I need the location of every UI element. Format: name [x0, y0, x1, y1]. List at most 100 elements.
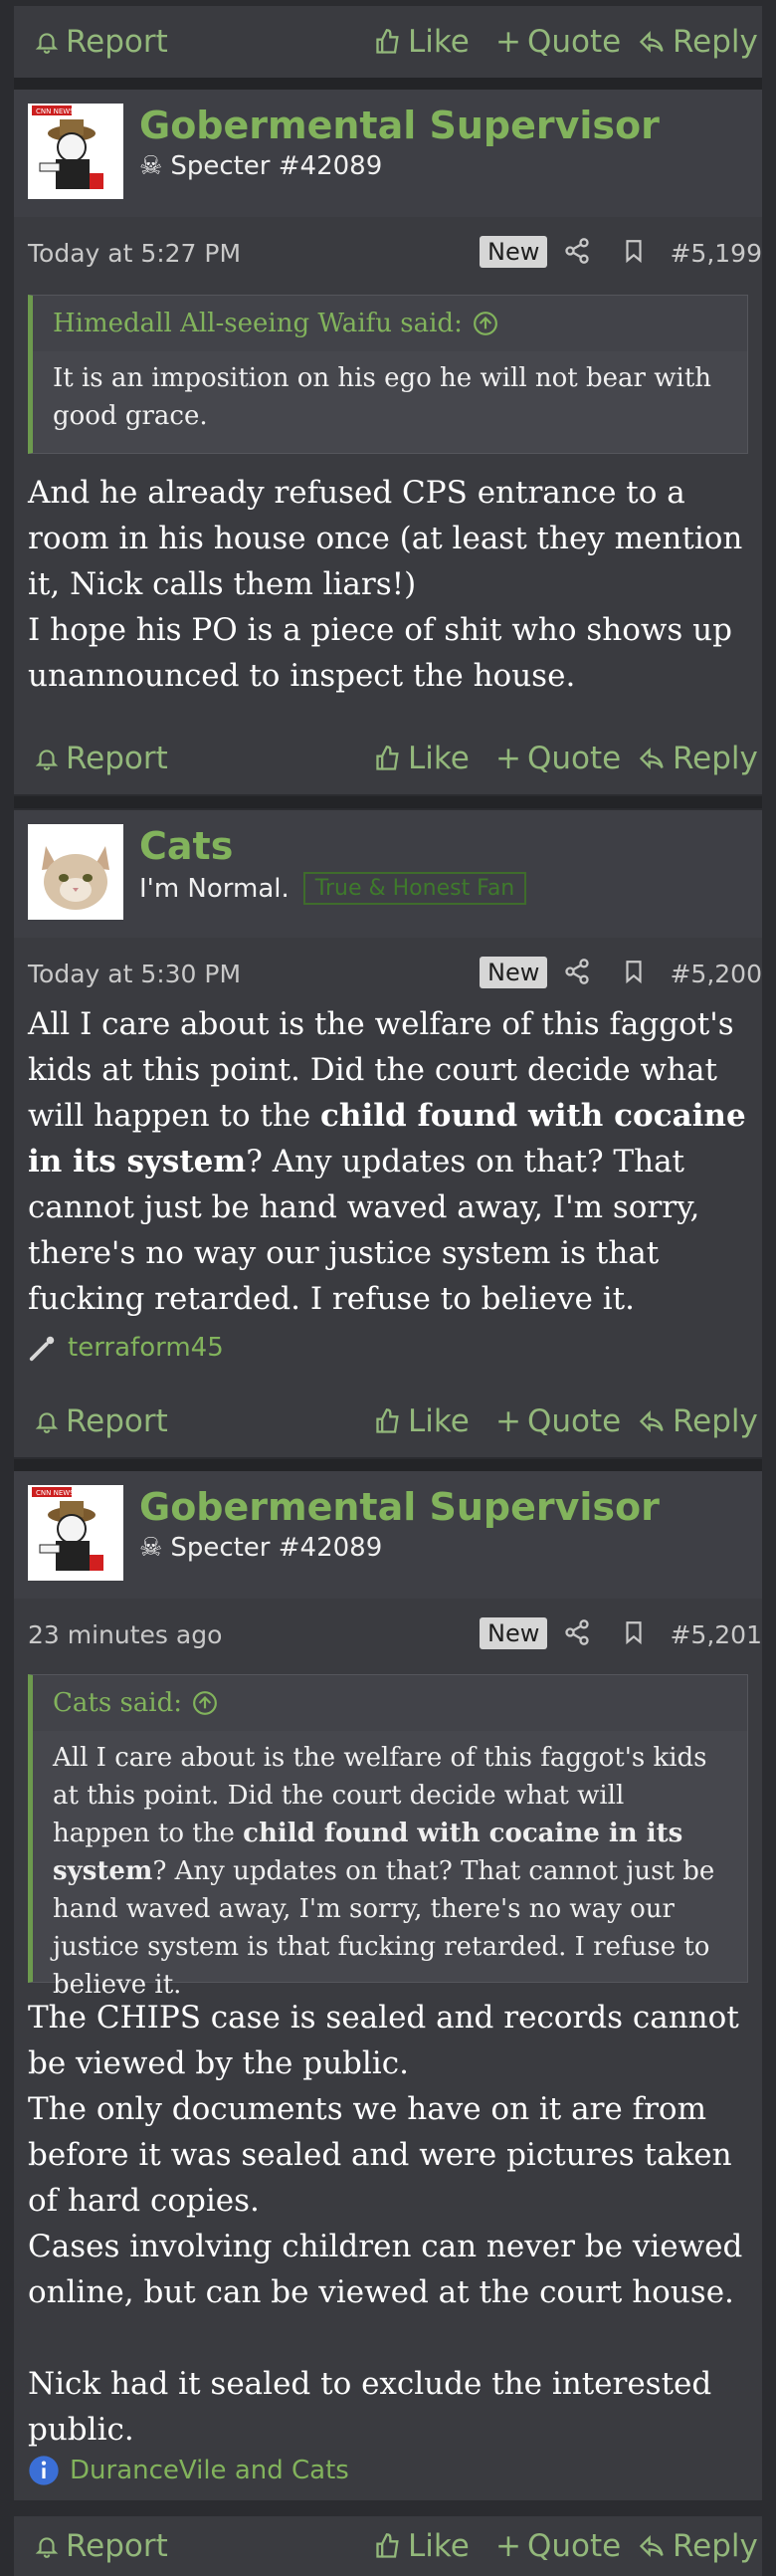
post-number[interactable]: #5,200: [670, 960, 762, 988]
post: Cats I'm Normal. True & Honest Fan Today…: [14, 810, 762, 1390]
thumbs-up-icon: [376, 29, 399, 54]
reply-button[interactable]: Reply: [637, 2528, 758, 2564]
user-title-text: Specter #42089: [170, 151, 383, 181]
bookmark-icon[interactable]: [621, 237, 647, 271]
reply-arrow-icon: [639, 31, 664, 53]
user-title: ☠ Specter #42089: [139, 151, 382, 181]
user-title-text: I'm Normal.: [139, 873, 290, 904]
cartoon-avatar-image: CNN NEWS: [28, 1485, 123, 1581]
report-label: Report: [66, 2528, 168, 2564]
svg-text:CNN NEWS: CNN NEWS: [36, 1489, 75, 1497]
arrow-up-circle-icon[interactable]: [192, 1690, 218, 1716]
quote-text-part: ? Any updates on that? That cannot just …: [53, 1856, 715, 2000]
post-time[interactable]: 23 minutes ago: [28, 1620, 222, 1649]
post-number[interactable]: #5,199: [670, 239, 762, 268]
user-banner: True & Honest Fan: [302, 872, 527, 905]
reactions-bar[interactable]: DuranceVile and Cats: [28, 2451, 349, 2490]
post: CNN NEWS Gobermental Supervisor ☠ Specte…: [14, 1471, 762, 2500]
new-badge: New: [480, 957, 548, 988]
username[interactable]: Gobermental Supervisor: [139, 1485, 660, 1529]
username[interactable]: Gobermental Supervisor: [139, 104, 660, 147]
ghost-icon: ☠: [139, 151, 163, 181]
quote-block: Himedall All-seeing Waifu said: It is an…: [28, 295, 748, 454]
arrow-up-circle-icon[interactable]: [473, 311, 498, 336]
post-number[interactable]: #5,201: [670, 1620, 762, 1649]
wrench-icon: [29, 1336, 55, 1362]
new-badge: New: [480, 1617, 548, 1649]
reactions-users[interactable]: terraform45: [68, 1333, 224, 1363]
new-badge: New: [480, 236, 548, 268]
share-icon[interactable]: [563, 1618, 591, 1652]
thread-page: Report Like + Quote Reply CNN NEWS Gober…: [0, 0, 776, 2576]
post-divider: [14, 78, 762, 90]
report-button[interactable]: Report: [34, 741, 168, 776]
ghost-icon: ☠: [139, 1533, 163, 1563]
post-author-bar: Cats I'm Normal. True & Honest Fan: [14, 810, 762, 938]
report-label: Report: [66, 24, 168, 60]
avatar[interactable]: CNN NEWS: [28, 104, 123, 199]
post-paragraph: The only documents we have on it are fro…: [28, 2091, 732, 2219]
bell-icon: [35, 33, 59, 54]
quote-author[interactable]: Cats said:: [33, 1675, 747, 1731]
quote-label: Quote: [526, 741, 622, 776]
post: CNN NEWS Gobermental Supervisor ☠ Specte…: [14, 90, 762, 727]
reply-label: Reply: [673, 1403, 758, 1439]
quote-button[interactable]: + Quote: [495, 24, 621, 60]
avatar[interactable]: [28, 824, 123, 920]
post-author-bar: CNN NEWS Gobermental Supervisor ☠ Specte…: [14, 1471, 762, 1599]
like-button[interactable]: Like: [374, 1403, 470, 1439]
quote-button[interactable]: + Quote: [495, 2528, 621, 2564]
cartoon-avatar-image: CNN NEWS: [28, 104, 123, 199]
like-button[interactable]: Like: [374, 741, 470, 776]
quote-label: Quote: [526, 2528, 622, 2564]
post-divider: [14, 796, 762, 808]
post-paragraph: Nick had it sealed to exclude the intere…: [28, 2366, 712, 2448]
reply-label: Reply: [673, 2528, 758, 2564]
quote-text: It is an imposition on his ego he will n…: [53, 363, 712, 431]
quote-button[interactable]: + Quote: [495, 741, 621, 776]
post-meta: Today at 5:27 PM New #5,199: [28, 231, 762, 279]
reactions-users[interactable]: DuranceVile and Cats: [70, 2456, 349, 2485]
cat-avatar-image: [28, 824, 123, 920]
like-button[interactable]: Like: [374, 2528, 470, 2564]
bell-icon: [35, 1412, 59, 1433]
avatar[interactable]: CNN NEWS: [28, 1485, 123, 1581]
quote-label: Quote: [526, 24, 622, 60]
post-paragraph: The CHIPS case is sealed and records can…: [28, 2000, 739, 2081]
plus-icon: +: [495, 24, 521, 60]
share-icon[interactable]: [563, 237, 591, 271]
user-title: I'm Normal. True & Honest Fan: [139, 872, 527, 905]
like-label: Like: [408, 1403, 470, 1439]
plus-icon: +: [495, 2528, 521, 2564]
username[interactable]: Cats: [139, 824, 233, 868]
plus-icon: +: [495, 1403, 521, 1439]
reply-button[interactable]: Reply: [637, 741, 758, 776]
post-divider: [14, 1459, 762, 1471]
quote-button[interactable]: + Quote: [495, 1403, 621, 1439]
like-label: Like: [408, 741, 470, 776]
report-button[interactable]: Report: [34, 2528, 168, 2564]
bell-icon: [35, 2537, 59, 2558]
reply-button[interactable]: Reply: [637, 1403, 758, 1439]
bookmark-icon[interactable]: [621, 958, 647, 991]
reply-arrow-icon: [639, 1410, 664, 1432]
post-actions-bar: Report Like + Quote Reply: [14, 1386, 762, 1457]
post-body: And he already refused CPS entrance to a…: [28, 470, 754, 699]
report-button[interactable]: Report: [34, 1403, 168, 1439]
like-label: Like: [408, 2528, 470, 2564]
report-label: Report: [66, 741, 168, 776]
post-time[interactable]: Today at 5:27 PM: [28, 239, 241, 268]
quote-text: All I care about is the welfare of this …: [33, 1731, 747, 2016]
quote-author[interactable]: Himedall All-seeing Waifu said:: [33, 296, 747, 351]
like-button[interactable]: Like: [374, 24, 470, 60]
reply-button[interactable]: Reply: [637, 24, 758, 60]
reactions-bar[interactable]: terraform45: [28, 1328, 224, 1368]
post-actions-bar: Report Like + Quote Reply: [14, 723, 762, 794]
bookmark-icon[interactable]: [621, 1618, 647, 1652]
reply-arrow-icon: [639, 2535, 664, 2557]
share-icon[interactable]: [563, 958, 591, 991]
post-meta: 23 minutes ago New #5,201: [28, 1612, 762, 1660]
post-time[interactable]: Today at 5:30 PM: [28, 960, 241, 988]
report-button[interactable]: Report: [34, 24, 168, 60]
